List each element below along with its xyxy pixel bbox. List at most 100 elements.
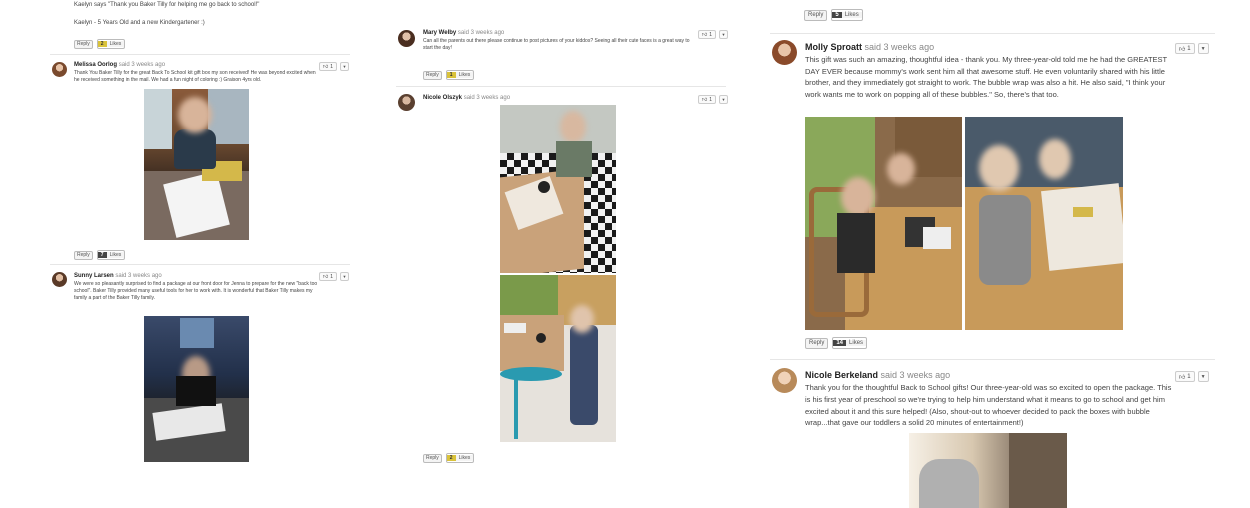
vote-count: 1 <box>1187 45 1191 52</box>
reply-button[interactable]: Reply <box>423 70 442 80</box>
author-name[interactable]: Melissa Oorlog <box>74 62 117 68</box>
comment-timestamp: said 3 weeks ago <box>457 30 505 36</box>
comment-text: Can all the parents out there please con… <box>423 38 690 51</box>
chevron-down-icon: ▼ <box>1200 373 1206 380</box>
chevron-down-icon: ▼ <box>1200 45 1206 52</box>
vote-count: 1 <box>330 63 334 70</box>
vote-button[interactable]: 👍︎ 1 <box>698 95 717 104</box>
comment-author: Molly Sproatt said 3 weeks ago <box>805 42 934 52</box>
divider <box>50 54 350 55</box>
divider <box>50 264 350 265</box>
author-name[interactable]: Sunny Larsen <box>74 273 114 279</box>
comment-actions: Reply 2 Likes <box>74 39 126 49</box>
thumbs-up-icon: 👍︎ <box>1179 374 1186 381</box>
likes-label: Likes <box>841 12 862 18</box>
vote-button[interactable]: 👍︎ 1 <box>698 30 717 39</box>
comment-actions: Reply 5 Likes <box>804 9 863 21</box>
comment-nicole-berkeland: Nicole Berkeland said 3 weeks ago Thank … <box>772 368 1222 508</box>
likes-badge[interactable]: 5 Likes <box>831 9 863 21</box>
likes-count: 5 <box>832 12 842 18</box>
vote-button[interactable]: 👍︎ 1 <box>319 272 338 281</box>
thumbs-up-icon: 👍︎ <box>323 63 329 70</box>
vote-button[interactable]: 👍︎ 1 <box>1175 371 1195 382</box>
comment-photo[interactable] <box>144 316 249 462</box>
thumbs-up-icon: 👍︎ <box>323 273 329 280</box>
author-name[interactable]: Nicole Olszyk <box>423 95 462 101</box>
comment-column-2: Mary Welby said 3 weeks ago Can all the … <box>380 0 740 508</box>
vote-control: 👍︎ 1 ▼ <box>698 30 729 39</box>
comment-molly-sproatt: Molly Sproatt said 3 weeks ago This gift… <box>772 40 1222 352</box>
comment-column-3: Reply 5 Likes Molly Sproatt said 3 weeks… <box>760 0 1230 508</box>
vote-count: 1 <box>1187 373 1191 380</box>
comment-actions: Reply 14 Likes <box>805 337 868 349</box>
author-name[interactable]: Mary Welby <box>423 30 456 36</box>
thumbs-up-icon: 👍︎ <box>1179 46 1186 53</box>
comment-text: Kaelyn - 5 Years Old and a new Kindergar… <box>74 20 205 26</box>
likes-count: 2 <box>446 455 456 461</box>
comment-column-1: Kaelyn says "Thank you Baker Tilly for h… <box>0 0 360 508</box>
chevron-down-icon: ▼ <box>342 274 347 279</box>
comment-author: Nicole Olszyk said 3 weeks ago <box>423 95 510 101</box>
comment-author: Nicole Berkeland said 3 weeks ago <box>805 370 950 380</box>
avatar <box>52 272 67 287</box>
comment-menu-button[interactable]: ▼ <box>1197 43 1209 54</box>
avatar <box>772 368 797 393</box>
author-name[interactable]: Molly Sproatt <box>805 42 862 52</box>
comment-photo[interactable] <box>500 275 616 442</box>
chevron-down-icon: ▼ <box>342 64 347 69</box>
comment-menu-button[interactable]: ▼ <box>1197 371 1209 382</box>
comment-timestamp: said 3 weeks ago <box>118 62 166 68</box>
divider <box>396 86 726 87</box>
comment-photo[interactable] <box>805 117 962 330</box>
avatar <box>398 94 415 111</box>
comment-text: Thank you for the thoughtful Back to Sch… <box>805 383 1172 428</box>
comment-photo[interactable] <box>965 117 1123 330</box>
comment-photo[interactable] <box>500 105 616 273</box>
comment-actions: Reply 2 Likes <box>423 453 475 463</box>
reply-button[interactable]: Reply <box>804 9 828 21</box>
reply-button[interactable]: Reply <box>423 453 442 463</box>
vote-button[interactable]: 👍︎ 1 <box>1175 43 1195 54</box>
likes-count: 1 <box>446 72 456 78</box>
reply-button[interactable]: Reply <box>74 39 93 49</box>
divider <box>770 33 1215 34</box>
comment-text: We were so pleasantly surprised to find … <box>74 281 318 301</box>
comment-menu-button[interactable]: ▼ <box>719 30 729 39</box>
likes-badge[interactable]: 7 Likes <box>96 250 126 260</box>
vote-control: 👍︎ 1 ▼ <box>698 95 729 104</box>
likes-label: Likes <box>455 455 474 461</box>
chevron-down-icon: ▼ <box>721 97 726 102</box>
divider <box>770 359 1215 360</box>
thumbs-up-icon: 👍︎ <box>702 31 708 38</box>
comment-melissa-oorlog: Melissa Oorlog said 3 weeks ago Thank Yo… <box>52 60 352 260</box>
avatar <box>398 30 415 47</box>
likes-label: Likes <box>106 252 125 258</box>
likes-count: 2 <box>97 41 107 47</box>
comment-photo[interactable] <box>144 89 249 240</box>
vote-count: 1 <box>330 273 334 280</box>
comment-menu-button[interactable]: ▼ <box>340 62 350 71</box>
comment-actions: Reply 7 Likes <box>74 250 126 260</box>
comment-actions: Reply 1 Likes <box>423 70 475 80</box>
vote-control: 👍︎ 1 ▼ <box>319 272 350 281</box>
likes-badge[interactable]: 2 Likes <box>96 39 126 49</box>
comment-photo[interactable] <box>909 433 1067 508</box>
vote-count: 1 <box>709 31 713 38</box>
vote-control: 👍︎ 1 ▼ <box>1175 43 1209 54</box>
likes-badge[interactable]: 14 Likes <box>832 337 868 349</box>
likes-badge[interactable]: 1 Likes <box>445 70 475 80</box>
comment-timestamp: said 3 weeks ago <box>463 95 511 101</box>
comment-menu-button[interactable]: ▼ <box>340 272 350 281</box>
likes-label: Likes <box>106 41 125 47</box>
comment-sunny-larsen: Sunny Larsen said 3 weeks ago We were so… <box>52 270 352 470</box>
comment-menu-button[interactable]: ▼ <box>719 95 729 104</box>
vote-control: 👍︎ 1 ▼ <box>1175 371 1209 382</box>
likes-badge[interactable]: 2 Likes <box>445 453 475 463</box>
reply-button[interactable]: Reply <box>805 337 829 349</box>
comment-text: This gift was such an amazing, thoughtfu… <box>805 55 1167 99</box>
comment-author: Sunny Larsen said 3 weeks ago <box>74 273 162 279</box>
author-name[interactable]: Nicole Berkeland <box>805 370 878 380</box>
reply-button[interactable]: Reply <box>74 250 93 260</box>
vote-button[interactable]: 👍︎ 1 <box>319 62 338 71</box>
comment-text: Kaelyn says "Thank you Baker Tilly for h… <box>74 2 260 8</box>
